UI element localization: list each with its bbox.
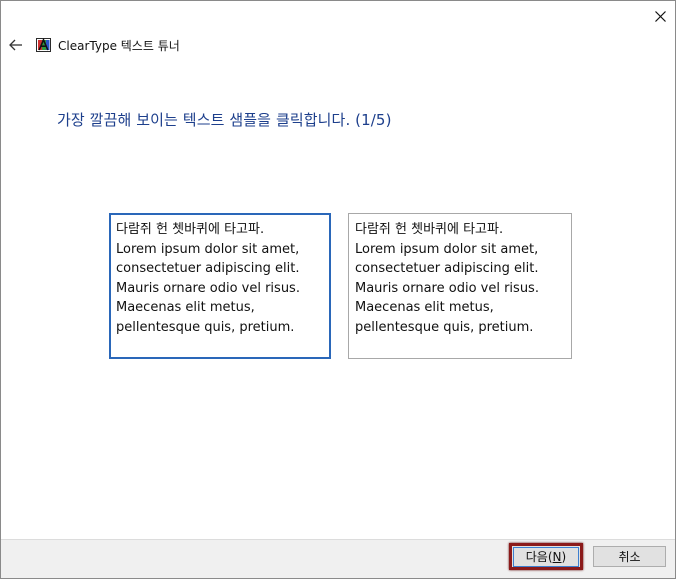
cleartype-app-icon [36,38,51,52]
close-button[interactable] [645,1,675,31]
next-button-label: 다음 [525,550,548,564]
sample-line: pellentesque quis, pretium. [355,319,534,335]
sample-line: Lorem ipsum dolor sit amet, [116,241,300,257]
sample-line: consectetuer adipiscing elit. [116,261,300,277]
arrow-left-icon [9,39,22,51]
text-sample-1[interactable]: 다람쥐 헌 쳇바퀴에 타고파. Lorem ipsum dolor sit am… [109,213,331,359]
window-title: ClearType 텍스트 튜너 [58,39,180,53]
sample-line: 다람쥐 헌 쳇바퀴에 타고파. [355,222,504,237]
sample-line: 다람쥐 헌 쳇바퀴에 타고파. [116,222,265,237]
sample-line: Maecenas elit metus, [116,300,255,316]
sample-line: consectetuer adipiscing elit. [355,261,539,277]
instruction-heading: 가장 깔끔해 보이는 텍스트 샘플을 클릭합니다. (1/5) [57,111,392,129]
button-bar: 다음(N) 취소 [1,539,675,578]
close-icon [654,10,666,22]
cancel-button[interactable]: 취소 [593,546,666,567]
next-button-mnemonic: N [552,549,562,564]
next-button-highlight: 다음(N) [509,543,583,570]
sample-line: Maecenas elit metus, [355,300,494,316]
back-button[interactable] [7,36,25,54]
sample-line: Lorem ipsum dolor sit amet, [355,241,539,257]
text-sample-2[interactable]: 다람쥐 헌 쳇바퀴에 타고파. Lorem ipsum dolor sit am… [348,213,572,359]
sample-line: Mauris ornare odio vel risus. [116,280,300,296]
cancel-button-label: 취소 [618,550,641,564]
sample-line: pellentesque quis, pretium. [116,319,295,335]
next-button[interactable]: 다음(N) [513,546,579,567]
cleartype-tuner-window: ClearType 텍스트 튜너 가장 깔끔해 보이는 텍스트 샘플을 클릭합니… [0,0,676,579]
sample-line: Mauris ornare odio vel risus. [355,280,539,296]
